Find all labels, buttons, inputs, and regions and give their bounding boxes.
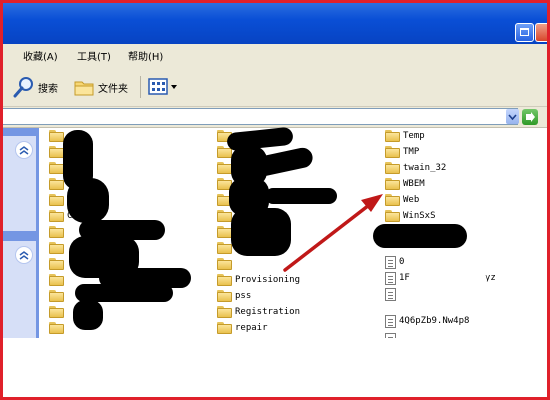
menu-help[interactable]: 帮助(H)	[128, 48, 163, 63]
views-button[interactable]	[148, 74, 178, 100]
toolbar-separator	[140, 76, 141, 98]
task-group	[3, 241, 36, 338]
maximize-icon	[520, 28, 529, 36]
double-chevron-up-icon	[19, 146, 29, 155]
explorer-window: 收藏(A) 工具(T) 帮助(H) 搜索 文件夹 Provisioning ps…	[3, 3, 547, 338]
menu-bar: 收藏(A) 工具(T) 帮助(H)	[3, 44, 547, 67]
toolbar: 搜索 文件夹	[3, 66, 547, 107]
address-bar	[3, 107, 547, 128]
title-bar	[3, 3, 547, 44]
folders-button[interactable]: 文件夹	[73, 74, 128, 100]
menu-favorites[interactable]: 收藏(A)	[23, 48, 58, 63]
annotation-arrow	[283, 194, 383, 272]
collapse-button[interactable]	[15, 246, 33, 264]
go-button[interactable]	[522, 109, 538, 125]
task-group	[3, 136, 36, 231]
search-icon	[13, 77, 33, 98]
collapse-button[interactable]	[15, 141, 33, 159]
task-pane	[3, 128, 39, 338]
views-icon	[148, 78, 177, 95]
maximize-button[interactable]	[515, 23, 534, 42]
chevron-down-icon	[508, 114, 517, 121]
double-chevron-up-icon	[19, 251, 29, 260]
address-dropdown-button[interactable]	[506, 109, 519, 124]
menu-tools[interactable]: 工具(T)	[77, 48, 111, 63]
folders-label: 文件夹	[98, 83, 128, 95]
address-input[interactable]	[3, 108, 518, 125]
file-list: Ca Provisioning pss Registration repair …	[39, 126, 547, 338]
close-button[interactable]	[535, 23, 547, 42]
folders-icon	[74, 81, 94, 96]
search-label: 搜索	[38, 83, 58, 95]
go-arrow-icon	[526, 112, 535, 122]
search-button[interactable]: 搜索	[13, 74, 58, 100]
